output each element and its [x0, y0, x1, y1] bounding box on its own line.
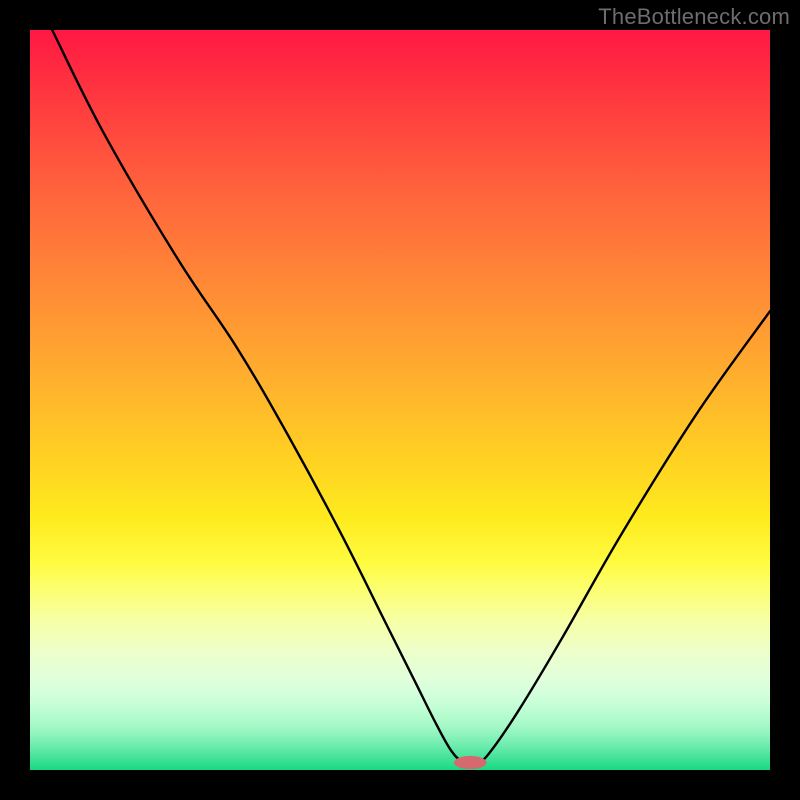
minimum-marker: [454, 756, 487, 769]
watermark-text: TheBottleneck.com: [598, 4, 790, 30]
bottleneck-curve: [52, 30, 770, 762]
chart-frame: TheBottleneck.com: [0, 0, 800, 800]
plot-area: [30, 30, 770, 770]
plot-svg: [30, 30, 770, 770]
